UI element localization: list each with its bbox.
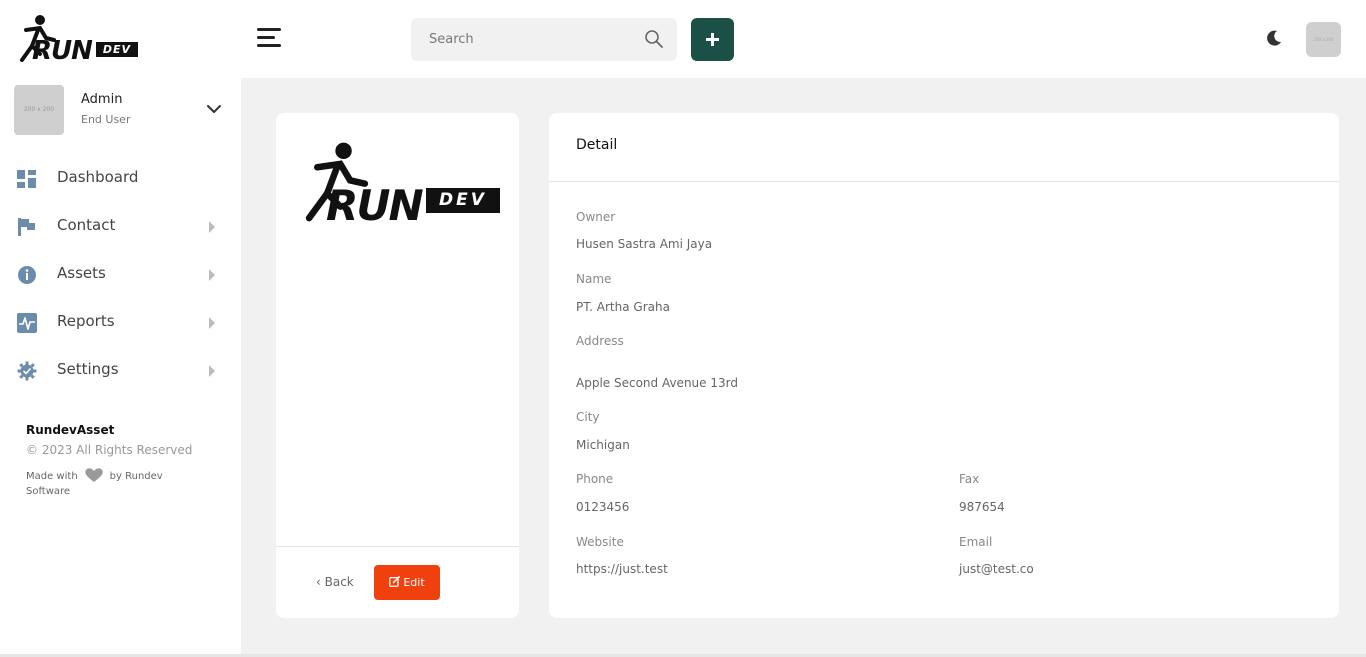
caret-right-icon: [209, 365, 215, 377]
back-button[interactable]: ‹ Back: [316, 575, 354, 589]
sidebar-item-contact[interactable]: Contact: [0, 203, 241, 251]
caret-right-icon: [209, 269, 215, 281]
info-icon: [18, 266, 36, 284]
brand-badge: DEV: [426, 188, 500, 213]
city-label: City: [576, 410, 600, 424]
footer-copyright: © 2023 All Rights Reserved: [26, 443, 193, 457]
dashboard-icon: [17, 170, 36, 188]
sidebar-item-label: Assets: [57, 264, 106, 282]
add-button[interactable]: [691, 18, 734, 61]
moon-icon[interactable]: [1265, 29, 1283, 47]
owner-value: Husen Sastra Ami Jaya: [576, 237, 713, 251]
brand-badge: DEV: [96, 42, 138, 57]
avatar[interactable]: 200 x 200: [1306, 22, 1341, 57]
topbar: 200 x 200: [241, 0, 1366, 78]
gear-icon: [17, 361, 37, 381]
name-value: PT. Artha Graha: [576, 300, 670, 314]
city-value: Michigan: [576, 438, 630, 452]
flag-icon: [18, 218, 35, 236]
divider: [549, 181, 1339, 182]
search-icon[interactable]: [644, 29, 664, 49]
user-role: End User: [81, 113, 131, 126]
detail-card: Detail Owner Husen Sastra Ami Jaya Name …: [549, 113, 1339, 618]
sidebar-item-dashboard[interactable]: Dashboard: [0, 155, 241, 203]
brand-logo[interactable]: RUN DEV: [18, 14, 140, 66]
website-value[interactable]: https://just.test: [576, 562, 668, 576]
menu-toggle-icon[interactable]: [257, 26, 283, 50]
sidebar-item-label: Settings: [57, 360, 119, 378]
sidebar-item-settings[interactable]: Settings: [0, 347, 241, 395]
website-label: Website: [576, 535, 624, 549]
search-input[interactable]: [411, 18, 641, 61]
avatar: 200 x 200: [14, 85, 64, 135]
sidebar-item-assets[interactable]: Assets: [0, 251, 241, 299]
footer-credit: Made with by Rundev Software: [26, 467, 196, 499]
back-label: Back: [324, 575, 354, 589]
fax-label: Fax: [959, 472, 980, 486]
address-value: Apple Second Avenue 13rd: [576, 376, 738, 390]
sidebar-item-label: Contact: [57, 216, 116, 234]
logo-card: RUN DEV ‹ Back Edit: [276, 113, 519, 618]
sidebar-item-label: Dashboard: [57, 168, 139, 186]
company-logo: RUN DEV: [304, 141, 504, 230]
email-value[interactable]: just@test.co: [959, 562, 1034, 576]
heart-icon: [84, 468, 103, 482]
email-label: Email: [959, 535, 993, 549]
caret-right-icon: [209, 317, 215, 329]
sidebar-item-reports[interactable]: Reports: [0, 299, 241, 347]
footer-title: RundevAsset: [26, 423, 115, 437]
phone-label: Phone: [576, 472, 614, 486]
footer-made-with: Made with: [26, 471, 78, 482]
detail-title: Detail: [576, 137, 618, 153]
edit-button[interactable]: Edit: [374, 565, 440, 600]
divider: [276, 546, 519, 547]
activity-icon: [17, 313, 37, 333]
sidebar: RUN DEV 200 x 200 Admin End User Dashboa…: [0, 0, 241, 657]
sidebar-footer: RundevAsset © 2023 All Rights Reserved M…: [26, 423, 226, 499]
sidebar-item-label: Reports: [57, 312, 115, 330]
chevron-left-icon: ‹: [316, 575, 325, 589]
brand-word: RUN: [32, 36, 93, 66]
owner-label: Owner: [576, 210, 616, 224]
address-label: Address: [576, 334, 624, 348]
fax-value: 987654: [959, 500, 1005, 514]
edit-label: Edit: [403, 576, 425, 589]
caret-right-icon: [209, 221, 215, 233]
brand-word: RUN: [326, 181, 424, 230]
name-label: Name: [576, 272, 612, 286]
search-box: [411, 18, 677, 61]
sidebar-nav: Dashboard Contact Assets Reports Setting…: [0, 155, 241, 395]
chevron-down-icon[interactable]: [205, 100, 223, 118]
edit-icon: [389, 576, 401, 587]
user-name: Admin: [81, 92, 123, 107]
user-menu[interactable]: 200 x 200 Admin End User: [14, 85, 229, 135]
phone-value: 0123456: [576, 500, 630, 514]
